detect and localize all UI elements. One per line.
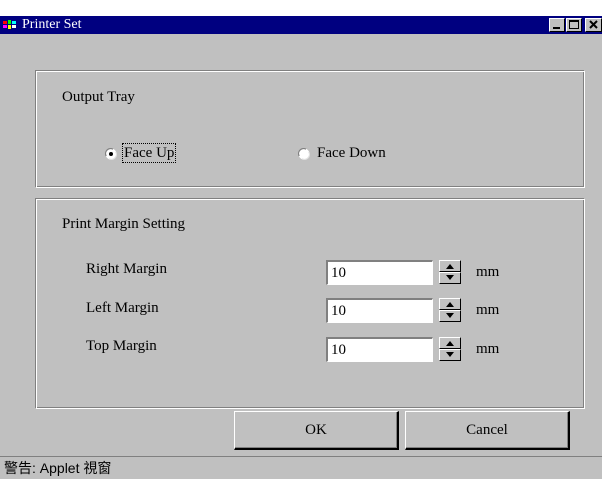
cancel-button[interactable]: Cancel bbox=[405, 411, 570, 450]
minimize-button[interactable] bbox=[549, 18, 565, 32]
left-margin-spinner bbox=[439, 298, 461, 322]
arrow-up-icon bbox=[446, 264, 454, 269]
radio-selected-icon bbox=[105, 148, 117, 160]
ok-button[interactable]: OK bbox=[234, 411, 399, 450]
output-tray-group: Output Tray Face Up Face Down bbox=[35, 70, 585, 188]
arrow-up-icon bbox=[446, 302, 454, 307]
print-margin-group: Print Margin Setting Right Margin mm Lef… bbox=[35, 198, 585, 409]
left-margin-unit: mm bbox=[476, 302, 500, 318]
face-down-label: Face Down bbox=[317, 145, 386, 161]
top-margin-unit: mm bbox=[476, 341, 500, 357]
window-title: Printer Set bbox=[22, 17, 82, 32]
right-margin-increment-button[interactable] bbox=[439, 260, 461, 272]
java-app-icon bbox=[3, 20, 16, 29]
right-margin-label: Right Margin bbox=[86, 261, 167, 277]
top-margin-increment-button[interactable] bbox=[439, 337, 461, 349]
right-margin-spinner bbox=[439, 260, 461, 284]
right-margin-unit: mm bbox=[476, 264, 500, 280]
top-margin-spinner bbox=[439, 337, 461, 361]
arrow-down-icon bbox=[446, 352, 454, 357]
printer-set-window: Printer Set Output Tray Face Up Face Dow… bbox=[0, 16, 602, 479]
left-margin-label: Left Margin bbox=[86, 300, 159, 316]
left-margin-input[interactable] bbox=[326, 298, 433, 323]
close-icon bbox=[589, 20, 598, 29]
applet-warning-status-bar: 警告: Applet 視窗 bbox=[0, 456, 602, 479]
arrow-up-icon bbox=[446, 341, 454, 346]
top-margin-decrement-button[interactable] bbox=[439, 349, 461, 361]
maximize-button[interactable] bbox=[566, 18, 582, 32]
arrow-down-icon bbox=[446, 275, 454, 280]
minimize-icon bbox=[553, 27, 560, 29]
left-margin-decrement-button[interactable] bbox=[439, 310, 461, 322]
top-margin-input[interactable] bbox=[326, 337, 433, 362]
top-margin-label: Top Margin bbox=[86, 338, 157, 354]
print-margin-title: Print Margin Setting bbox=[62, 216, 186, 232]
right-margin-decrement-button[interactable] bbox=[439, 272, 461, 284]
close-button[interactable] bbox=[585, 18, 602, 32]
radio-unselected-icon bbox=[298, 148, 310, 160]
right-margin-input[interactable] bbox=[326, 260, 433, 285]
arrow-down-icon bbox=[446, 313, 454, 318]
maximize-icon bbox=[569, 20, 579, 29]
face-up-label: Face Up bbox=[121, 143, 177, 163]
title-bar[interactable]: Printer Set bbox=[0, 16, 602, 34]
left-margin-increment-button[interactable] bbox=[439, 298, 461, 310]
output-tray-title: Output Tray bbox=[62, 89, 135, 105]
